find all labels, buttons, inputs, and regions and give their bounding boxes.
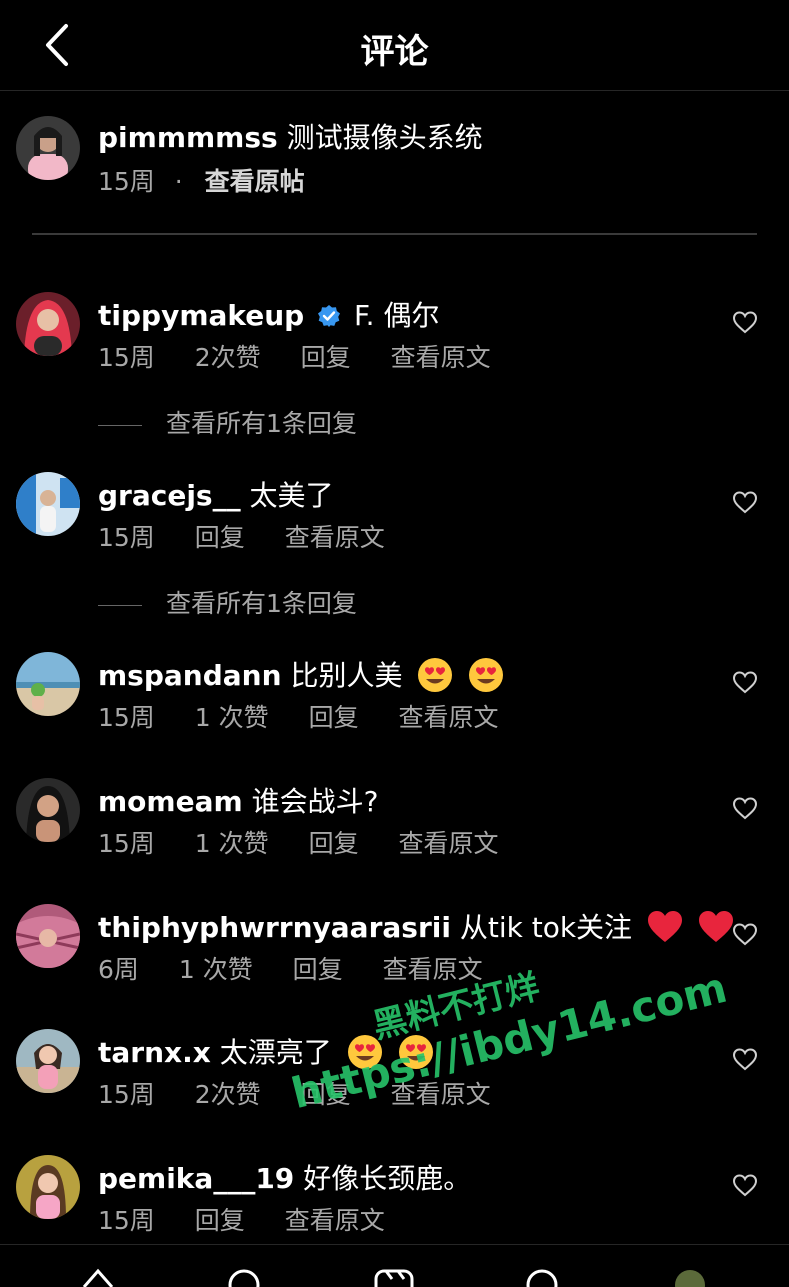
comment-time: 15周 xyxy=(98,343,155,372)
comment-username[interactable]: gracejs__ xyxy=(98,479,241,512)
reply-button[interactable]: 回复 xyxy=(195,1206,245,1235)
avatar[interactable] xyxy=(16,778,80,842)
search-icon[interactable] xyxy=(222,1267,266,1287)
page-title: 评论 xyxy=(360,32,429,72)
reply-button[interactable]: 回复 xyxy=(309,703,359,732)
heart-eyes-emoji xyxy=(418,658,453,692)
separator: · xyxy=(174,167,183,196)
comment-text: 从tik tok关注 xyxy=(459,911,633,944)
comment-text: 比别人美 xyxy=(290,659,403,692)
comment-username[interactable]: pemika___19 xyxy=(98,1162,294,1195)
reply-button[interactable]: 回复 xyxy=(293,955,343,984)
avatar[interactable] xyxy=(16,1029,80,1093)
reply-button[interactable]: 回复 xyxy=(309,829,359,858)
like-count[interactable]: 1 次赞 xyxy=(195,829,269,858)
bottom-nav xyxy=(0,1244,789,1287)
comment-item: mspandann 比别人美 15周 1 次赞 回复 查看原文 xyxy=(0,650,789,760)
top-bar: 评论 xyxy=(0,0,789,91)
comment-time: 15周 xyxy=(98,703,155,732)
comment-item: tippymakeup F. 偶尔 15周 2次赞 回复 查看原文 xyxy=(0,290,789,400)
view-replies-button[interactable]: 查看所有1条回复 xyxy=(98,584,357,620)
view-replies-button[interactable]: 查看所有1条回复 xyxy=(98,404,357,440)
comment-time: 15周 xyxy=(98,1206,155,1235)
avatar[interactable] xyxy=(16,472,80,536)
heart-icon[interactable] xyxy=(732,922,758,946)
verified-badge-icon xyxy=(318,305,341,327)
post-time: 15周 xyxy=(98,167,155,196)
post-caption: pimmmmss 测试摄像头系统 15周 · 查看原帖 xyxy=(0,108,789,198)
view-post-link[interactable]: 查看原帖 xyxy=(205,167,305,196)
heart-icon[interactable] xyxy=(732,310,758,334)
avatar[interactable] xyxy=(16,1155,80,1219)
avatar[interactable] xyxy=(16,904,80,968)
avatar[interactable] xyxy=(16,116,80,180)
like-count[interactable]: 1 次赞 xyxy=(179,955,253,984)
comment-item: momeam 谁会战斗? 15周 1 次赞 回复 查看原文 xyxy=(0,776,789,886)
see-translation-button[interactable]: 查看原文 xyxy=(399,829,499,858)
comment-text: F. 偶尔 xyxy=(354,299,440,332)
avatar[interactable] xyxy=(16,292,80,356)
reply-button[interactable]: 回复 xyxy=(301,343,351,372)
comment-time: 6周 xyxy=(98,955,139,984)
see-translation-button[interactable]: 查看原文 xyxy=(391,343,491,372)
reels-icon[interactable] xyxy=(372,1267,416,1287)
shop-icon[interactable] xyxy=(520,1267,564,1287)
post-username[interactable]: pimmmmss xyxy=(98,121,278,154)
like-count[interactable]: 2次赞 xyxy=(195,1080,261,1109)
reply-line xyxy=(98,604,142,606)
see-translation-button[interactable]: 查看原文 xyxy=(285,1206,385,1235)
comment-time: 15周 xyxy=(98,829,155,858)
comment-text: 太美了 xyxy=(249,479,334,512)
view-replies-label: 查看所有1条回复 xyxy=(166,409,357,438)
comment-username[interactable]: thiphyphwrrnyaarasrii xyxy=(98,911,451,944)
comment-item: gracejs__ 太美了 15周 回复 查看原文 xyxy=(0,470,789,580)
comment-time: 15周 xyxy=(98,1080,155,1109)
heart-icon[interactable] xyxy=(732,490,758,514)
comment-username[interactable]: mspandann xyxy=(98,659,282,692)
heart-icon[interactable] xyxy=(732,1047,758,1071)
comment-time: 15周 xyxy=(98,523,155,552)
like-count[interactable]: 2次赞 xyxy=(195,343,261,372)
comment-username[interactable]: tippymakeup xyxy=(98,299,304,332)
reply-button[interactable]: 回复 xyxy=(195,523,245,552)
comment-text: 谁会战斗? xyxy=(251,785,379,818)
reply-line xyxy=(98,424,142,426)
post-caption-text: 测试摄像头系统 xyxy=(286,121,483,154)
see-translation-button[interactable]: 查看原文 xyxy=(399,703,499,732)
home-icon[interactable] xyxy=(76,1267,120,1287)
view-replies-label: 查看所有1条回复 xyxy=(166,589,357,618)
see-translation-button[interactable]: 查看原文 xyxy=(285,523,385,552)
like-count[interactable]: 1 次赞 xyxy=(195,703,269,732)
heart-eyes-emoji xyxy=(469,658,504,692)
comment-text: 好像长颈鹿。 xyxy=(303,1162,472,1195)
heart-icon[interactable] xyxy=(732,796,758,820)
divider xyxy=(32,233,757,235)
profile-avatar[interactable] xyxy=(668,1267,712,1287)
comment-username[interactable]: momeam xyxy=(98,785,243,818)
avatar[interactable] xyxy=(16,652,80,716)
heart-icon[interactable] xyxy=(732,670,758,694)
heart-icon[interactable] xyxy=(732,1173,758,1197)
comment-username[interactable]: tarnx.x xyxy=(98,1036,211,1069)
